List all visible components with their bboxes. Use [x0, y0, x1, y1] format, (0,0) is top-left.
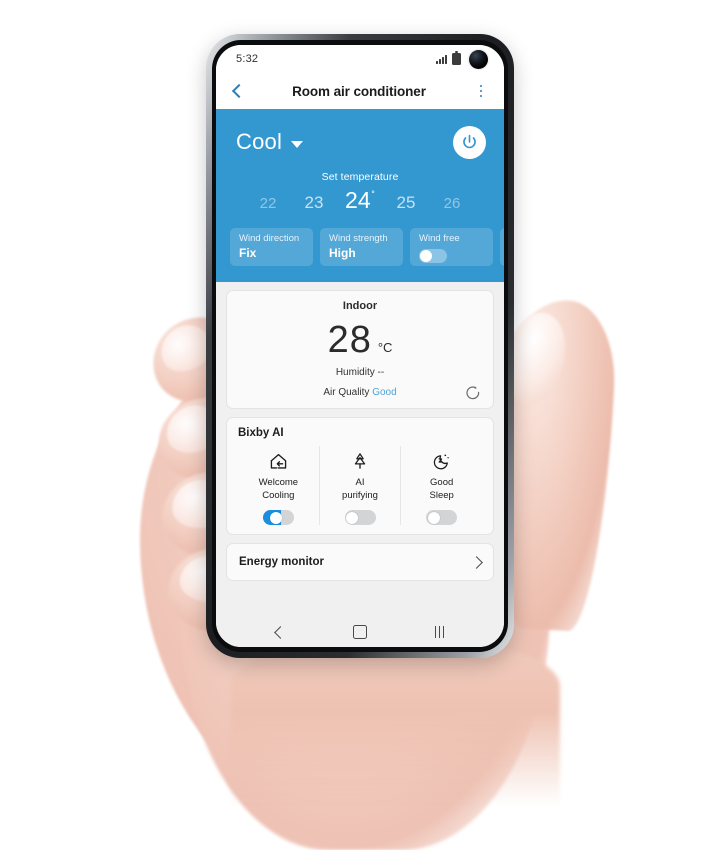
chevron-left-icon: [231, 83, 247, 99]
content-area: Indoor 28 °C Humidity -- Air Quality Goo…: [216, 282, 504, 617]
nav-recents-icon[interactable]: [434, 626, 445, 638]
label-line-1: Good: [430, 477, 454, 488]
tile-value: Fix: [239, 246, 257, 260]
label-line-2: purifying: [342, 489, 378, 501]
indoor-temperature: 28 °C: [239, 320, 481, 360]
nav-back-icon[interactable]: [274, 625, 287, 639]
indoor-temperature-unit: °C: [377, 340, 393, 355]
temperature-option-selected[interactable]: 24˚: [337, 187, 383, 214]
bixby-feature-label: Good Sleep: [430, 477, 454, 502]
tile-value: High: [329, 246, 356, 260]
status-bar-clock: 5:32: [236, 53, 259, 65]
temperature-option-22[interactable]: 22: [245, 195, 291, 212]
air-quality-value: Good: [372, 387, 397, 398]
wrist: [230, 640, 560, 820]
front-camera-punch-hole: [469, 49, 488, 69]
temperature-option-25[interactable]: 25: [383, 193, 429, 213]
status-bar-icons: [436, 49, 488, 69]
indoor-humidity: Humidity --: [335, 367, 385, 378]
indoor-temperature-value: 28: [327, 319, 372, 361]
label-line-2: Cooling: [262, 489, 295, 501]
tile-label: Wind strength: [329, 233, 388, 244]
bixby-feature-label: Welcome Cooling: [259, 477, 298, 502]
good-sleep-toggle[interactable]: [426, 510, 458, 525]
tile-label: Wind free: [419, 233, 460, 244]
bixby-feature-good-sleep[interactable]: Good Sleep: [400, 446, 482, 525]
energy-monitor-label: Energy monitor: [239, 556, 324, 568]
indoor-status-card: Indoor 28 °C Humidity -- Air Quality Goo…: [226, 290, 494, 409]
bixby-feature-grid: Welcome Cooling AI purifying Good Sleep: [238, 446, 482, 525]
tile-next-partial[interactable]: [500, 228, 504, 266]
wind-free-toggle[interactable]: [419, 249, 447, 263]
toggle-knob: [427, 511, 440, 524]
mode-label[interactable]: Cool: [236, 129, 282, 155]
bixby-card-title: Bixby AI: [238, 427, 284, 439]
smartphone-device: 5:32 Room air conditioner Cool Set tempe…: [206, 34, 514, 658]
bixby-ai-card: Bixby AI Welcome Cooling AI purifying Go…: [226, 417, 494, 535]
phone-bezel: 5:32 Room air conditioner Cool Set tempe…: [212, 40, 508, 652]
bixby-feature-label: AI purifying: [342, 477, 378, 502]
power-button[interactable]: [453, 125, 486, 159]
label-line-1: Welcome: [258, 477, 299, 488]
toggle-knob: [346, 511, 358, 524]
power-icon: [463, 134, 476, 148]
chevron-right-icon: [470, 555, 483, 569]
air-quality-label: Air Quality: [323, 387, 370, 398]
refresh-button[interactable]: [465, 385, 482, 402]
label-line-2: Sleep: [429, 489, 454, 501]
phone-screen: 5:32 Room air conditioner Cool Set tempe…: [216, 45, 504, 647]
ai-purifying-toggle[interactable]: [344, 510, 376, 525]
battery-icon: [452, 51, 461, 65]
quick-settings-tiles: Wind direction Fix Wind strength High Wi…: [216, 228, 504, 266]
indoor-card-title: Indoor: [342, 300, 378, 312]
temperature-option-23[interactable]: 23: [291, 193, 337, 213]
nav-home-icon[interactable]: [352, 625, 367, 639]
chevron-down-icon[interactable]: [291, 140, 304, 148]
app-title-bar: Room air conditioner: [216, 73, 504, 109]
set-temperature-label: Set temperature: [321, 171, 399, 183]
tree-icon: [349, 448, 371, 474]
signal-bars-icon: [436, 54, 447, 64]
tile-label: Wind direction: [239, 233, 300, 244]
status-bar: 5:32: [216, 45, 504, 73]
home-arrow-in-icon: [267, 448, 290, 474]
tile-wind-direction[interactable]: Wind direction Fix: [230, 228, 313, 266]
degree-symbol: ˚: [371, 191, 375, 203]
toggle-knob: [269, 511, 282, 524]
bixby-feature-ai-purifying[interactable]: AI purifying: [318, 446, 401, 525]
selected-temperature-value: 24: [345, 187, 371, 213]
page-title: Room air conditioner: [292, 83, 426, 99]
tile-wind-free[interactable]: Wind free: [410, 228, 493, 266]
tile-wind-strength[interactable]: Wind strength High: [320, 228, 403, 266]
bixby-feature-welcome-cooling[interactable]: Welcome Cooling: [238, 446, 319, 525]
mode-row: Cool: [216, 119, 504, 165]
more-options-icon[interactable]: [472, 84, 490, 98]
temperature-selector[interactable]: 22 23 24˚ 25 26: [216, 187, 504, 214]
welcome-cooling-toggle[interactable]: [262, 510, 294, 525]
android-navigation-bar: [216, 617, 504, 647]
indoor-air-quality: Air Quality Good: [239, 386, 481, 400]
temperature-option-26[interactable]: 26: [429, 195, 475, 212]
ac-control-panel: Cool Set temperature 22 23 24˚ 25 26 Win…: [216, 109, 504, 282]
refresh-icon: [466, 386, 480, 400]
energy-monitor-row[interactable]: Energy monitor: [226, 543, 494, 581]
toggle-knob: [420, 250, 432, 262]
label-line-1: AI: [355, 477, 365, 488]
moon-sleep-icon: [431, 448, 453, 474]
